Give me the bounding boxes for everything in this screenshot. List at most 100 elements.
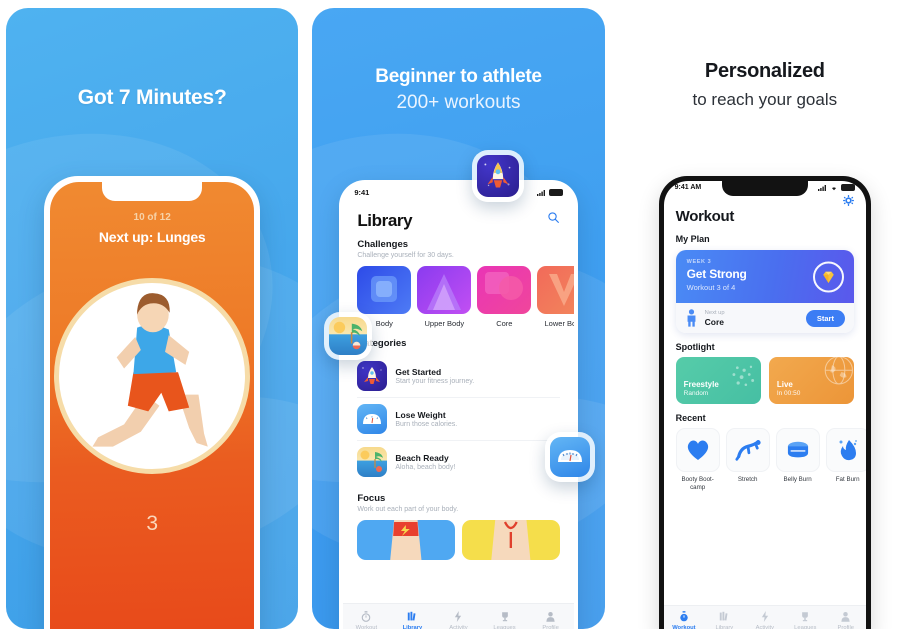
recent-section-title: Recent bbox=[675, 413, 706, 423]
plan-card-top: WEEK 3 Get Strong Workout 3 of 4 bbox=[675, 250, 854, 303]
battery-icon bbox=[840, 184, 855, 191]
belly-icon bbox=[787, 441, 808, 458]
panel3-headline-line1: Personalized bbox=[704, 60, 825, 82]
tab-activity[interactable]: Activity bbox=[745, 610, 785, 629]
spotlight-section-title: Spotlight bbox=[675, 342, 715, 352]
tab-leagues[interactable]: Leagues bbox=[482, 610, 528, 629]
challenge-label: Lower Body bbox=[544, 319, 574, 328]
recent-item[interactable]: Belly Burn bbox=[775, 428, 820, 492]
scale-icon bbox=[357, 404, 388, 434]
recent-label: Fat Burn bbox=[835, 476, 860, 483]
bolt-icon bbox=[435, 610, 481, 623]
panel2-headline-line1: Beginner to athlete bbox=[375, 66, 542, 87]
lunge-figure-illustration bbox=[92, 293, 208, 447]
gear-icon[interactable] bbox=[842, 195, 854, 206]
list-item[interactable]: Beach Ready Aloha, beach body! bbox=[357, 441, 559, 483]
phone3-screen: 9:41 AM Workout My Plan WEEK 3 Get Stron… bbox=[663, 181, 866, 629]
list-item[interactable]: Lose Weight Burn those calories. bbox=[357, 398, 560, 441]
phone2-screen: 9:41 Library Challenges Challenge yourse… bbox=[343, 184, 574, 629]
spotlight-card-freestyle[interactable]: Freestyle Random bbox=[675, 357, 761, 404]
tab-label: Workout bbox=[672, 625, 696, 629]
recent-thumb bbox=[675, 428, 720, 472]
stopwatch-icon bbox=[664, 610, 704, 623]
start-button[interactable]: Start bbox=[805, 309, 845, 327]
list-item[interactable]: Get Started Start your fitness journey. bbox=[357, 355, 560, 398]
screenshot-stage: Got 7 Minutes? 10 of 12 Next up: Lunges bbox=[0, 0, 917, 637]
challenge-thumb bbox=[537, 266, 574, 314]
phone3-notch bbox=[721, 181, 808, 196]
recent-item[interactable]: Booty Boot-camp bbox=[675, 428, 720, 492]
challenges-section-header: Challenges Challenge yourself for 30 day… bbox=[343, 239, 573, 259]
beach-icon bbox=[334, 321, 363, 350]
tab-label: Workout bbox=[355, 625, 378, 629]
challenges-row[interactable]: Body Upper Body Core Lower B bbox=[343, 259, 574, 328]
battery-icon bbox=[548, 189, 563, 196]
books-icon bbox=[389, 610, 435, 623]
stretch-icon bbox=[735, 440, 761, 461]
challenge-thumb bbox=[357, 266, 412, 314]
phone-mockup-3: 9:41 AM Workout My Plan WEEK 3 Get Stron… bbox=[658, 176, 871, 629]
tab-label: Library bbox=[402, 625, 423, 629]
my-plan-card[interactable]: WEEK 3 Get Strong Workout 3 of 4 Next up… bbox=[675, 250, 854, 333]
panel1-headline: Got 7 Minutes? bbox=[77, 86, 227, 109]
panel-beginner-to-athlete: Beginner to athlete 200+ workouts 9:41 L… bbox=[312, 8, 605, 629]
status-time: 9:41 bbox=[354, 188, 370, 197]
tab-workout[interactable]: Workout bbox=[343, 610, 389, 629]
tab-profile[interactable]: Profile bbox=[528, 610, 574, 629]
wifi-icon bbox=[831, 186, 837, 190]
tab-workout[interactable]: Workout bbox=[664, 610, 704, 629]
exercise-counter: 10 of 12 bbox=[133, 212, 171, 223]
page-title: Workout bbox=[675, 208, 735, 225]
tab-bar[interactable]: Workout Library Activity Leagues Profile bbox=[343, 603, 574, 629]
floating-beach-icon[interactable] bbox=[324, 312, 373, 360]
tab-label: Leagues bbox=[794, 625, 817, 629]
panel2-headline-line2: 200+ workouts bbox=[396, 92, 521, 113]
tab-leagues[interactable]: Leagues bbox=[785, 610, 825, 629]
books-icon bbox=[704, 610, 744, 623]
recent-label: Stretch bbox=[737, 476, 758, 483]
tab-activity[interactable]: Activity bbox=[435, 610, 481, 629]
focus-title: Focus bbox=[357, 493, 386, 504]
spotlight-sub: Random bbox=[683, 390, 709, 397]
recent-label: Belly Burn bbox=[783, 476, 812, 483]
categories-list: Get Started Start your fitness journey. … bbox=[343, 349, 573, 483]
focus-tile-blue[interactable] bbox=[357, 520, 455, 560]
challenges-subtitle: Challenge yourself for 30 days. bbox=[357, 252, 454, 259]
panel-personalized: Personalized to reach your goals 9:41 AM bbox=[618, 8, 911, 629]
tab-bar[interactable]: Workout Library Activity Leagues Profile bbox=[663, 605, 866, 629]
spotlight-row[interactable]: Freestyle Random Live In 00:50 bbox=[664, 352, 866, 404]
scale-icon bbox=[557, 450, 582, 462]
tab-profile[interactable]: Profile bbox=[826, 610, 866, 629]
recent-row[interactable]: Booty Boot-camp Stretch Belly Burn Fat B… bbox=[664, 423, 866, 492]
category-name: Get Started bbox=[395, 366, 442, 377]
challenge-thumb bbox=[417, 266, 472, 314]
categories-title: Categories bbox=[357, 338, 407, 349]
recent-item[interactable]: Fat Burn bbox=[825, 428, 866, 492]
plan-badge bbox=[812, 261, 844, 292]
tab-library[interactable]: Library bbox=[389, 610, 435, 629]
challenge-card[interactable]: Lower Body bbox=[537, 266, 574, 328]
focus-tile-yellow[interactable] bbox=[462, 520, 560, 560]
recent-item[interactable]: Stretch bbox=[725, 428, 770, 492]
phone1-screen: 10 of 12 Next up: Lunges 3 bbox=[50, 182, 255, 629]
person-icon bbox=[826, 610, 866, 623]
tab-label: Library bbox=[715, 625, 734, 629]
trophy-icon bbox=[785, 610, 825, 623]
status-indicators bbox=[536, 189, 563, 196]
plan-card-next: Next up Core Start bbox=[675, 303, 854, 333]
floating-rocket-icon[interactable] bbox=[472, 150, 525, 202]
floating-scale-icon[interactable] bbox=[544, 432, 595, 482]
heart-icon bbox=[687, 440, 708, 460]
tab-label: Activity bbox=[449, 625, 468, 629]
person-icon bbox=[528, 610, 574, 623]
challenge-card[interactable]: Upper Body bbox=[417, 266, 472, 328]
focus-row[interactable] bbox=[343, 513, 573, 560]
panel3-headline-line2: to reach your goals bbox=[692, 90, 838, 109]
challenge-card[interactable]: Core bbox=[477, 266, 532, 328]
tab-library[interactable]: Library bbox=[704, 610, 744, 629]
library-header: Library bbox=[343, 197, 573, 231]
search-icon[interactable] bbox=[547, 211, 560, 224]
status-indicators bbox=[817, 184, 855, 191]
spotlight-card-live[interactable]: Live In 00:50 bbox=[768, 357, 854, 404]
spotlight-title: Freestyle bbox=[683, 380, 719, 389]
